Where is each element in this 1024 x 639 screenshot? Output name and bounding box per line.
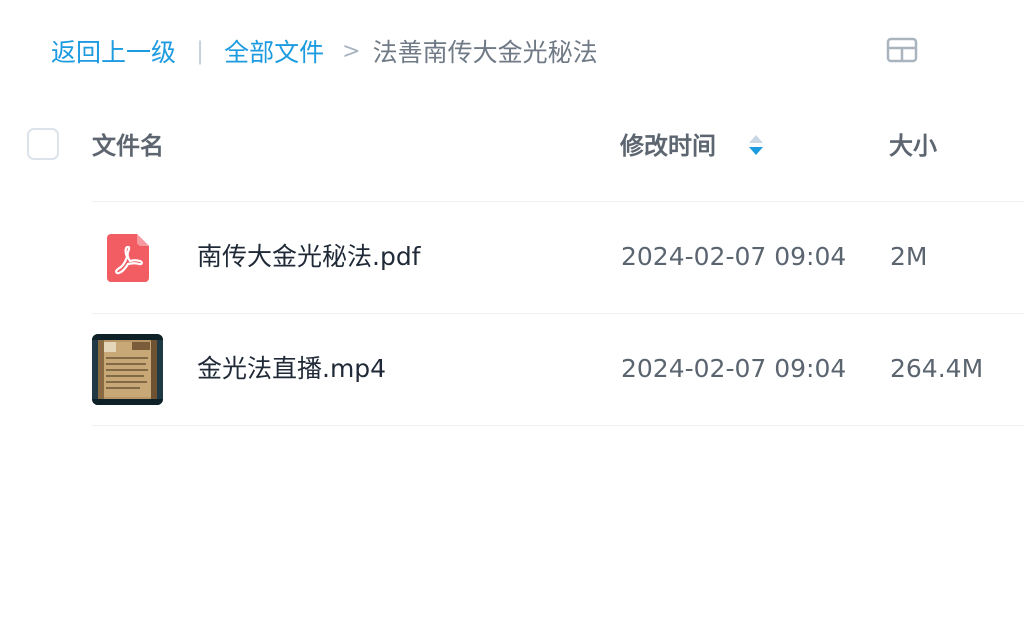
grid-view-icon[interactable] (886, 36, 918, 64)
column-header-name[interactable]: 文件名 (92, 128, 164, 164)
divider (92, 425, 1024, 426)
table-row[interactable]: 金光法直播.mp4 2024-02-07 09:04 264.4M (0, 314, 1024, 426)
file-name[interactable]: 金光法直播.mp4 (197, 351, 386, 387)
video-thumbnail (92, 334, 163, 405)
file-modified: 2024-02-07 09:04 (621, 242, 847, 271)
table-row[interactable]: 南传大金光秘法.pdf 2024-02-07 09:04 2M (0, 202, 1024, 314)
current-folder: 法善南传大金光秘法 (372, 38, 598, 67)
column-header-modified[interactable]: 修改时间 (620, 128, 716, 164)
sort-icon[interactable] (746, 133, 766, 159)
file-size: 264.4M (890, 354, 984, 383)
breadcrumb-separator: | (196, 37, 205, 65)
select-all-checkbox[interactable] (27, 128, 59, 160)
column-header-size: 大小 (889, 132, 937, 160)
file-browser: 返回上一级 | 全部文件 > 法善南传大金光秘法 文件名 修改时间 大小 南传大… (0, 0, 1024, 639)
file-name[interactable]: 南传大金光秘法.pdf (197, 239, 421, 275)
back-link[interactable]: 返回上一级 (51, 33, 176, 69)
breadcrumb-arrow: > (342, 38, 361, 64)
all-files-link[interactable]: 全部文件 (224, 33, 324, 69)
pdf-icon (107, 234, 149, 282)
file-modified: 2024-02-07 09:04 (621, 354, 847, 383)
file-size: 2M (890, 242, 928, 271)
breadcrumb: 返回上一级 | 全部文件 > 法善南传大金光秘法 (51, 30, 598, 72)
